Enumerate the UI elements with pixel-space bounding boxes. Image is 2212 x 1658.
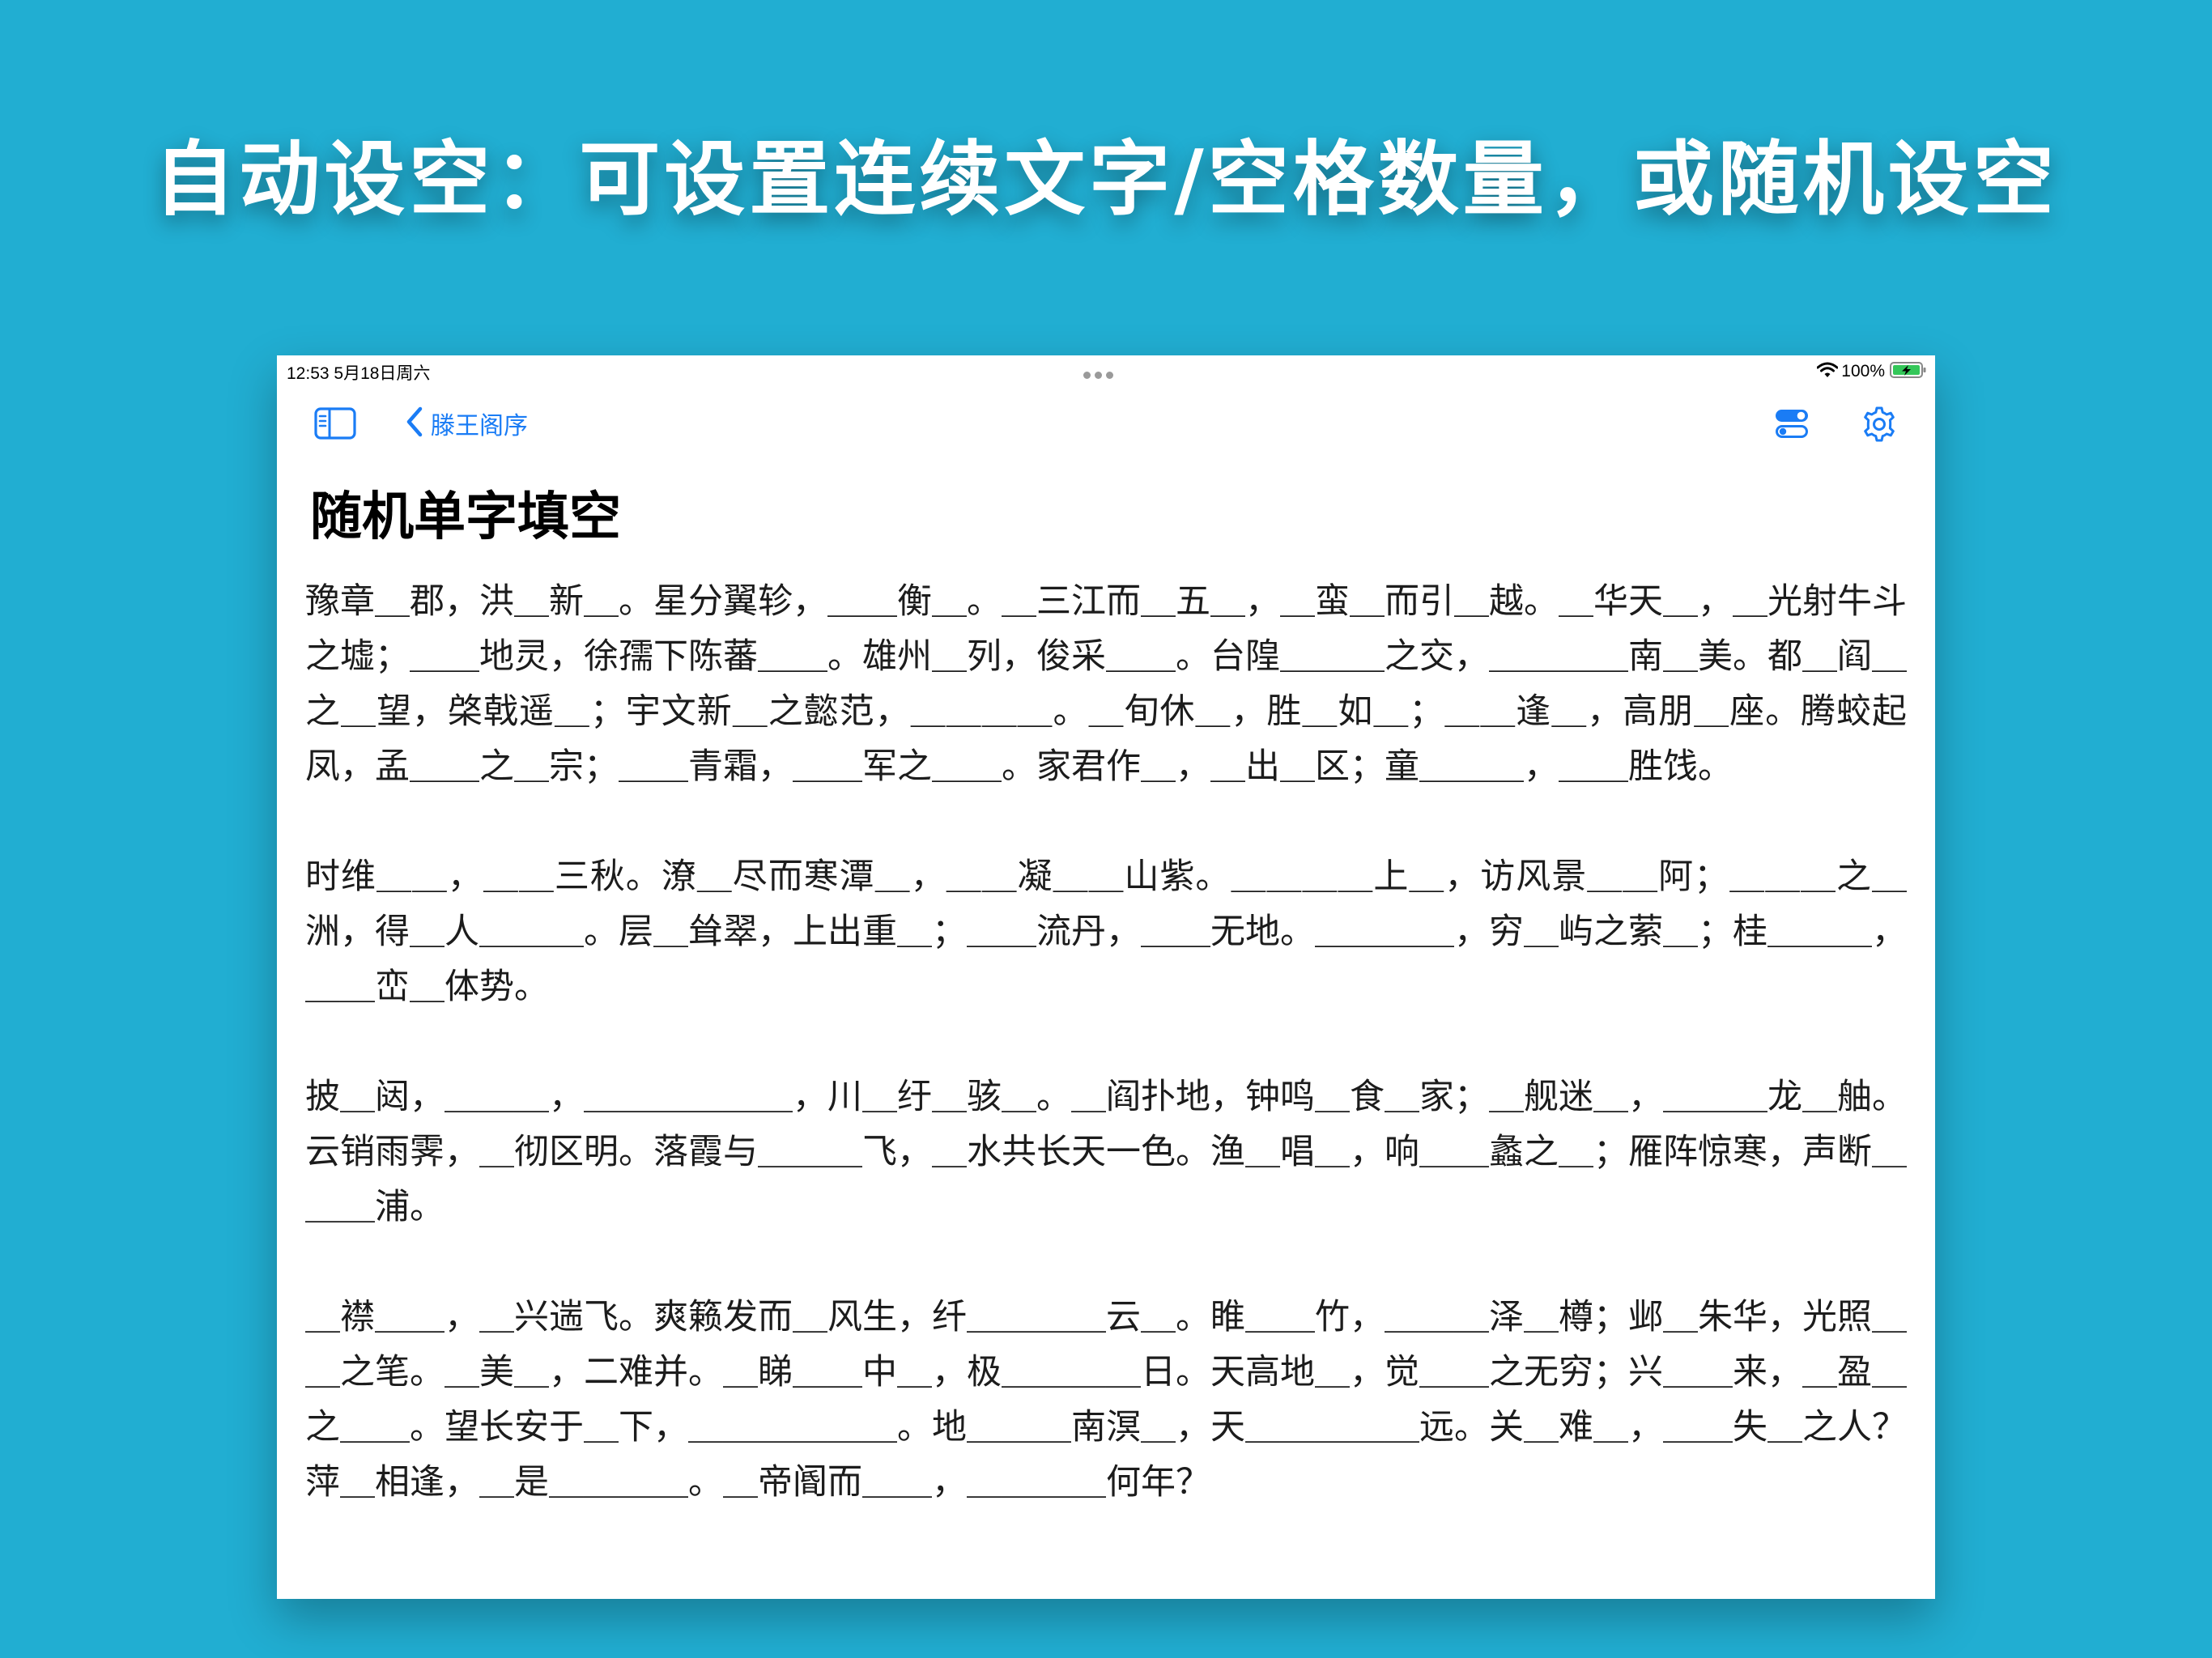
cloze-paragraph: 时维＿＿，＿＿三秋。潦＿尽而寒潭＿，＿＿凝＿＿山紫。＿＿＿＿上＿，访风景＿＿阿；… bbox=[305, 857, 1907, 1007]
cloze-paragraph: 豫章＿郡，洪＿新＿。星分翼轸，＿＿衡＿。＿三江而＿五＿，＿蛮＿而引＿越。＿华天＿… bbox=[305, 581, 1907, 787]
sidebar-icon bbox=[314, 407, 356, 443]
battery-percent: 100% bbox=[1841, 362, 1885, 380]
ipad-screen: 12:53 5月18日周六 100% 滕王阁序 随机单字填空 豫章＿郡，洪＿新＿… bbox=[277, 355, 1935, 1599]
sidebar-toggle-button[interactable] bbox=[314, 407, 356, 443]
gear-icon bbox=[1861, 406, 1898, 446]
status-indicators: 100% bbox=[1816, 359, 1927, 384]
wifi-icon bbox=[1816, 362, 1839, 381]
battery-charging-icon bbox=[1890, 361, 1927, 382]
promo-headline: 自动设空：可设置连续文字/空格数量，或随机设空 bbox=[154, 132, 2058, 227]
chevron-left-icon bbox=[405, 406, 424, 441]
multitasking-dots-icon[interactable] bbox=[1083, 367, 1117, 382]
page-title: 随机单字填空 bbox=[310, 487, 621, 547]
navigation-bar: 滕王阁序 bbox=[277, 388, 1935, 453]
display-options-button[interactable] bbox=[1774, 407, 1810, 443]
status-time-date: 12:53 5月18日周六 bbox=[287, 364, 431, 383]
back-button-label: 滕王阁序 bbox=[431, 412, 528, 440]
cloze-paragraph: 披＿闼，＿＿＿，＿＿＿＿＿＿，川＿纡＿骇＿。＿阎扑地，钟鸣＿食＿家；＿舰迷＿，＿… bbox=[305, 1077, 1907, 1227]
toggles-icon bbox=[1774, 407, 1810, 443]
cloze-paragraph: ＿襟＿＿，＿兴遄飞。爽籁发而＿风生，纤＿＿＿＿云＿。睢＿＿竹，＿＿＿泽＿樽；邺＿… bbox=[305, 1297, 1907, 1503]
back-button[interactable]: 滕王阁序 bbox=[405, 406, 528, 441]
cloze-text: 豫章＿郡，洪＿新＿。星分翼轸，＿＿衡＿。＿三江而＿五＿，＿蛮＿而引＿越。＿华天＿… bbox=[305, 574, 1907, 1510]
status-bar: 12:53 5月18日周六 100% bbox=[277, 355, 1935, 388]
settings-button[interactable] bbox=[1861, 406, 1898, 446]
